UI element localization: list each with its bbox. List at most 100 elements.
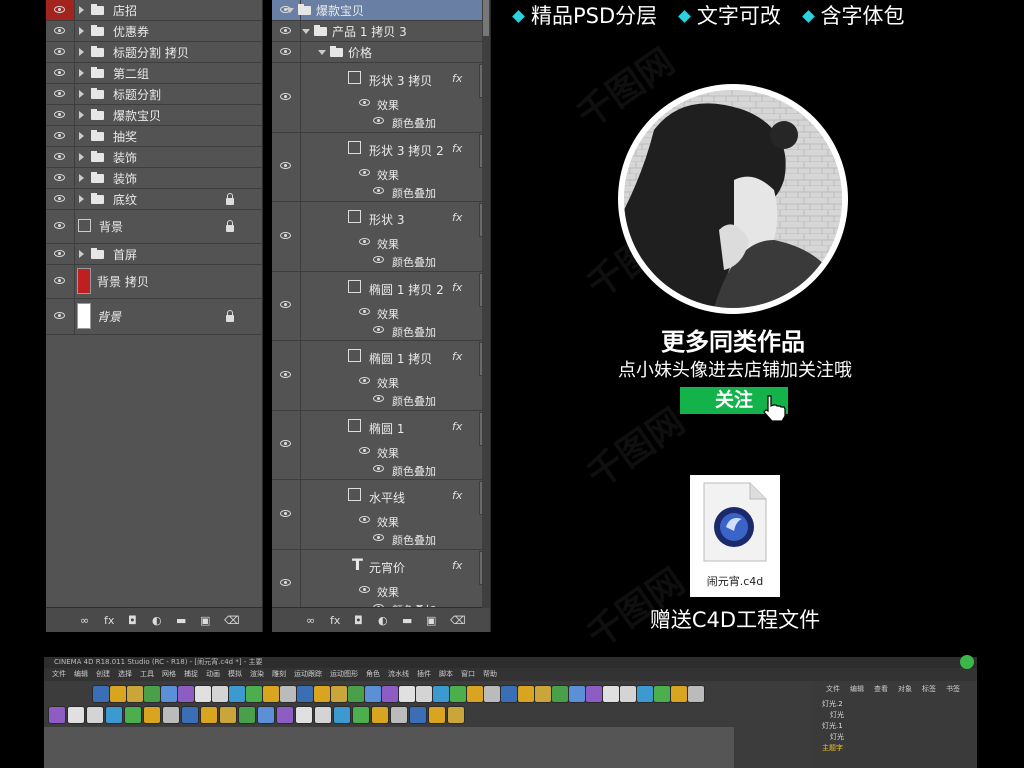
c4d-tool-button[interactable] xyxy=(162,706,180,724)
effect-eye-icon[interactable] xyxy=(358,582,372,598)
vertical-scrollbar[interactable] xyxy=(482,0,490,608)
c4d-tool-button[interactable] xyxy=(364,685,382,703)
c4d-tool-button[interactable] xyxy=(177,685,195,703)
menu-item[interactable]: 帮助 xyxy=(483,670,497,678)
c4d-tool-button[interactable] xyxy=(92,685,110,703)
link-icon[interactable]: ∞ xyxy=(80,614,89,627)
c4d-tool-button[interactable] xyxy=(262,685,280,703)
fx-icon[interactable]: fx xyxy=(330,614,340,627)
menu-item[interactable]: 运动跟踪 xyxy=(294,670,322,678)
menu-item[interactable]: 捕捉 xyxy=(184,670,198,678)
layer-row[interactable]: 形状 3 拷贝 fx 效果 颜色叠加 xyxy=(272,62,490,133)
c4d-tool-button[interactable] xyxy=(238,706,256,724)
layer-row[interactable]: 水平线 fx 效果 颜色叠加 xyxy=(272,479,490,550)
c4d-tool-button[interactable] xyxy=(447,706,465,724)
c4d-tool-button[interactable] xyxy=(347,685,365,703)
effect-eye-icon[interactable] xyxy=(372,183,386,199)
effect-eye-icon[interactable] xyxy=(358,234,372,250)
c4d-file-icon[interactable]: 闹元宵.c4d xyxy=(690,475,780,597)
c4d-tool-button[interactable] xyxy=(124,706,142,724)
expand-arrow-icon[interactable] xyxy=(79,6,84,14)
c4d-tool-button[interactable] xyxy=(295,706,313,724)
expand-arrow-icon[interactable] xyxy=(302,28,310,34)
object-row[interactable]: 灯光.1 xyxy=(812,721,972,732)
fx-icon[interactable]: fx xyxy=(452,72,462,85)
menu-item[interactable]: 动画 xyxy=(206,670,220,678)
visibility-eye-icon[interactable] xyxy=(46,62,75,83)
menu-item[interactable]: 网格 xyxy=(162,670,176,678)
effect-eye-icon[interactable] xyxy=(358,512,372,528)
object-row[interactable]: 灯光 xyxy=(812,732,972,743)
c4d-tool-button[interactable] xyxy=(449,685,467,703)
c4d-tool-button[interactable] xyxy=(398,685,416,703)
layer-row[interactable]: 背景 xyxy=(46,209,262,244)
visibility-eye-icon[interactable] xyxy=(46,20,75,41)
new-group-icon[interactable]: ▬ xyxy=(402,614,412,627)
layer-row[interactable]: 形状 3 fx 效果 颜色叠加 xyxy=(272,201,490,272)
effect-eye-icon[interactable] xyxy=(358,95,372,111)
c4d-tool-button[interactable] xyxy=(670,685,688,703)
c4d-tool-button[interactable] xyxy=(143,706,161,724)
visibility-eye-icon[interactable] xyxy=(272,131,301,201)
menu-item[interactable]: 运动图形 xyxy=(330,670,358,678)
layer-row[interactable]: 首屏 xyxy=(46,243,262,265)
c4d-tool-button[interactable] xyxy=(534,685,552,703)
layer-row[interactable]: 形状 3 拷贝 2 fx 效果 颜色叠加 xyxy=(272,131,490,202)
c4d-tool-button[interactable] xyxy=(551,685,569,703)
visibility-eye-icon[interactable] xyxy=(46,209,75,243)
c4d-tool-button[interactable] xyxy=(352,706,370,724)
layer-row[interactable]: 底纹 xyxy=(46,188,262,210)
adjustment-icon[interactable]: ◐ xyxy=(378,614,388,627)
layer-row[interactable]: 优惠券 xyxy=(46,20,262,42)
layer-row[interactable]: 爆款宝贝 xyxy=(46,104,262,126)
c4d-tool-button[interactable] xyxy=(109,685,127,703)
object-row[interactable]: 灯光 xyxy=(812,710,972,721)
visibility-eye-icon[interactable] xyxy=(46,188,75,209)
fx-icon[interactable]: fx xyxy=(104,614,114,627)
layer-row[interactable]: 装饰 xyxy=(46,167,262,189)
c4d-tool-button[interactable] xyxy=(86,706,104,724)
visibility-eye-icon[interactable] xyxy=(272,62,301,132)
link-icon[interactable]: ∞ xyxy=(306,614,315,627)
c4d-tool-button[interactable] xyxy=(313,685,331,703)
new-layer-icon[interactable]: ▣ xyxy=(426,614,436,627)
c4d-tool-button[interactable] xyxy=(568,685,586,703)
layer-row[interactable]: 抽奖 xyxy=(46,125,262,147)
layer-row[interactable]: 装饰 xyxy=(46,146,262,168)
expand-arrow-icon[interactable] xyxy=(79,249,84,258)
c4d-tool-button[interactable] xyxy=(381,685,399,703)
visibility-eye-icon[interactable] xyxy=(46,83,75,104)
expand-arrow-icon[interactable] xyxy=(79,110,84,119)
layer-row[interactable]: 产品 1 拷贝 3 xyxy=(272,20,490,42)
object-row[interactable]: 主题字 xyxy=(812,743,972,754)
effect-eye-icon[interactable] xyxy=(372,461,386,477)
c4d-tool-button[interactable] xyxy=(602,685,620,703)
menu-item[interactable]: 编辑 xyxy=(74,670,88,678)
expand-arrow-icon[interactable] xyxy=(79,131,84,140)
effect-eye-icon[interactable] xyxy=(358,304,372,320)
c4d-tool-button[interactable] xyxy=(466,685,484,703)
visibility-eye-icon[interactable] xyxy=(46,41,75,62)
c4d-tool-button[interactable] xyxy=(483,685,501,703)
layer-row[interactable]: 价格 xyxy=(272,41,490,63)
c4d-tool-button[interactable] xyxy=(371,706,389,724)
mask-icon[interactable]: ◘ xyxy=(128,614,137,627)
c4d-tool-button[interactable] xyxy=(390,706,408,724)
visibility-eye-icon[interactable] xyxy=(46,104,75,125)
c4d-tool-button[interactable] xyxy=(333,706,351,724)
expand-arrow-icon[interactable] xyxy=(79,89,84,98)
menu-item[interactable]: 角色 xyxy=(366,670,380,678)
menu-item[interactable]: 渲染 xyxy=(250,670,264,678)
c4d-tool-button[interactable] xyxy=(48,706,66,724)
object-manager-tab[interactable]: 编辑 xyxy=(850,685,864,693)
layer-row[interactable]: 第二组 xyxy=(46,62,262,84)
c4d-tool-button[interactable] xyxy=(181,706,199,724)
layer-row[interactable]: 背景 xyxy=(46,298,262,335)
menu-item[interactable]: 工具 xyxy=(140,670,154,678)
c4d-tool-button[interactable] xyxy=(143,685,161,703)
visibility-eye-icon[interactable] xyxy=(46,167,75,188)
c4d-tool-button[interactable] xyxy=(619,685,637,703)
object-manager-tab[interactable]: 对象 xyxy=(898,685,912,693)
expand-arrow-icon[interactable] xyxy=(79,194,84,203)
visibility-eye-icon[interactable] xyxy=(46,298,75,334)
